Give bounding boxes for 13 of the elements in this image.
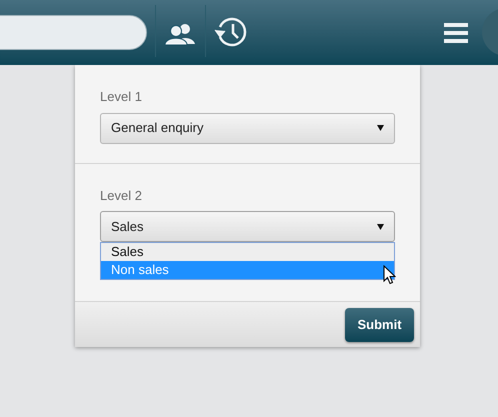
caret-icon: [377, 224, 384, 230]
menu-icon[interactable]: [444, 23, 468, 43]
dropdown-select[interactable]: General enquiry: [100, 112, 395, 144]
dropdown-select[interactable]: Sales: [100, 211, 395, 242]
cursor-icon: [383, 265, 396, 285]
search-field[interactable]: [0, 15, 147, 50]
dropdown-option[interactable]: Sales: [101, 243, 394, 261]
people-icon[interactable]: [165, 23, 196, 45]
caret-icon: [377, 125, 384, 131]
submit-button[interactable]: Submit: [345, 308, 414, 342]
field-label: Level 2: [100, 186, 143, 204]
history-icon[interactable]: [214, 17, 247, 48]
field-label: Level 1: [100, 88, 143, 106]
